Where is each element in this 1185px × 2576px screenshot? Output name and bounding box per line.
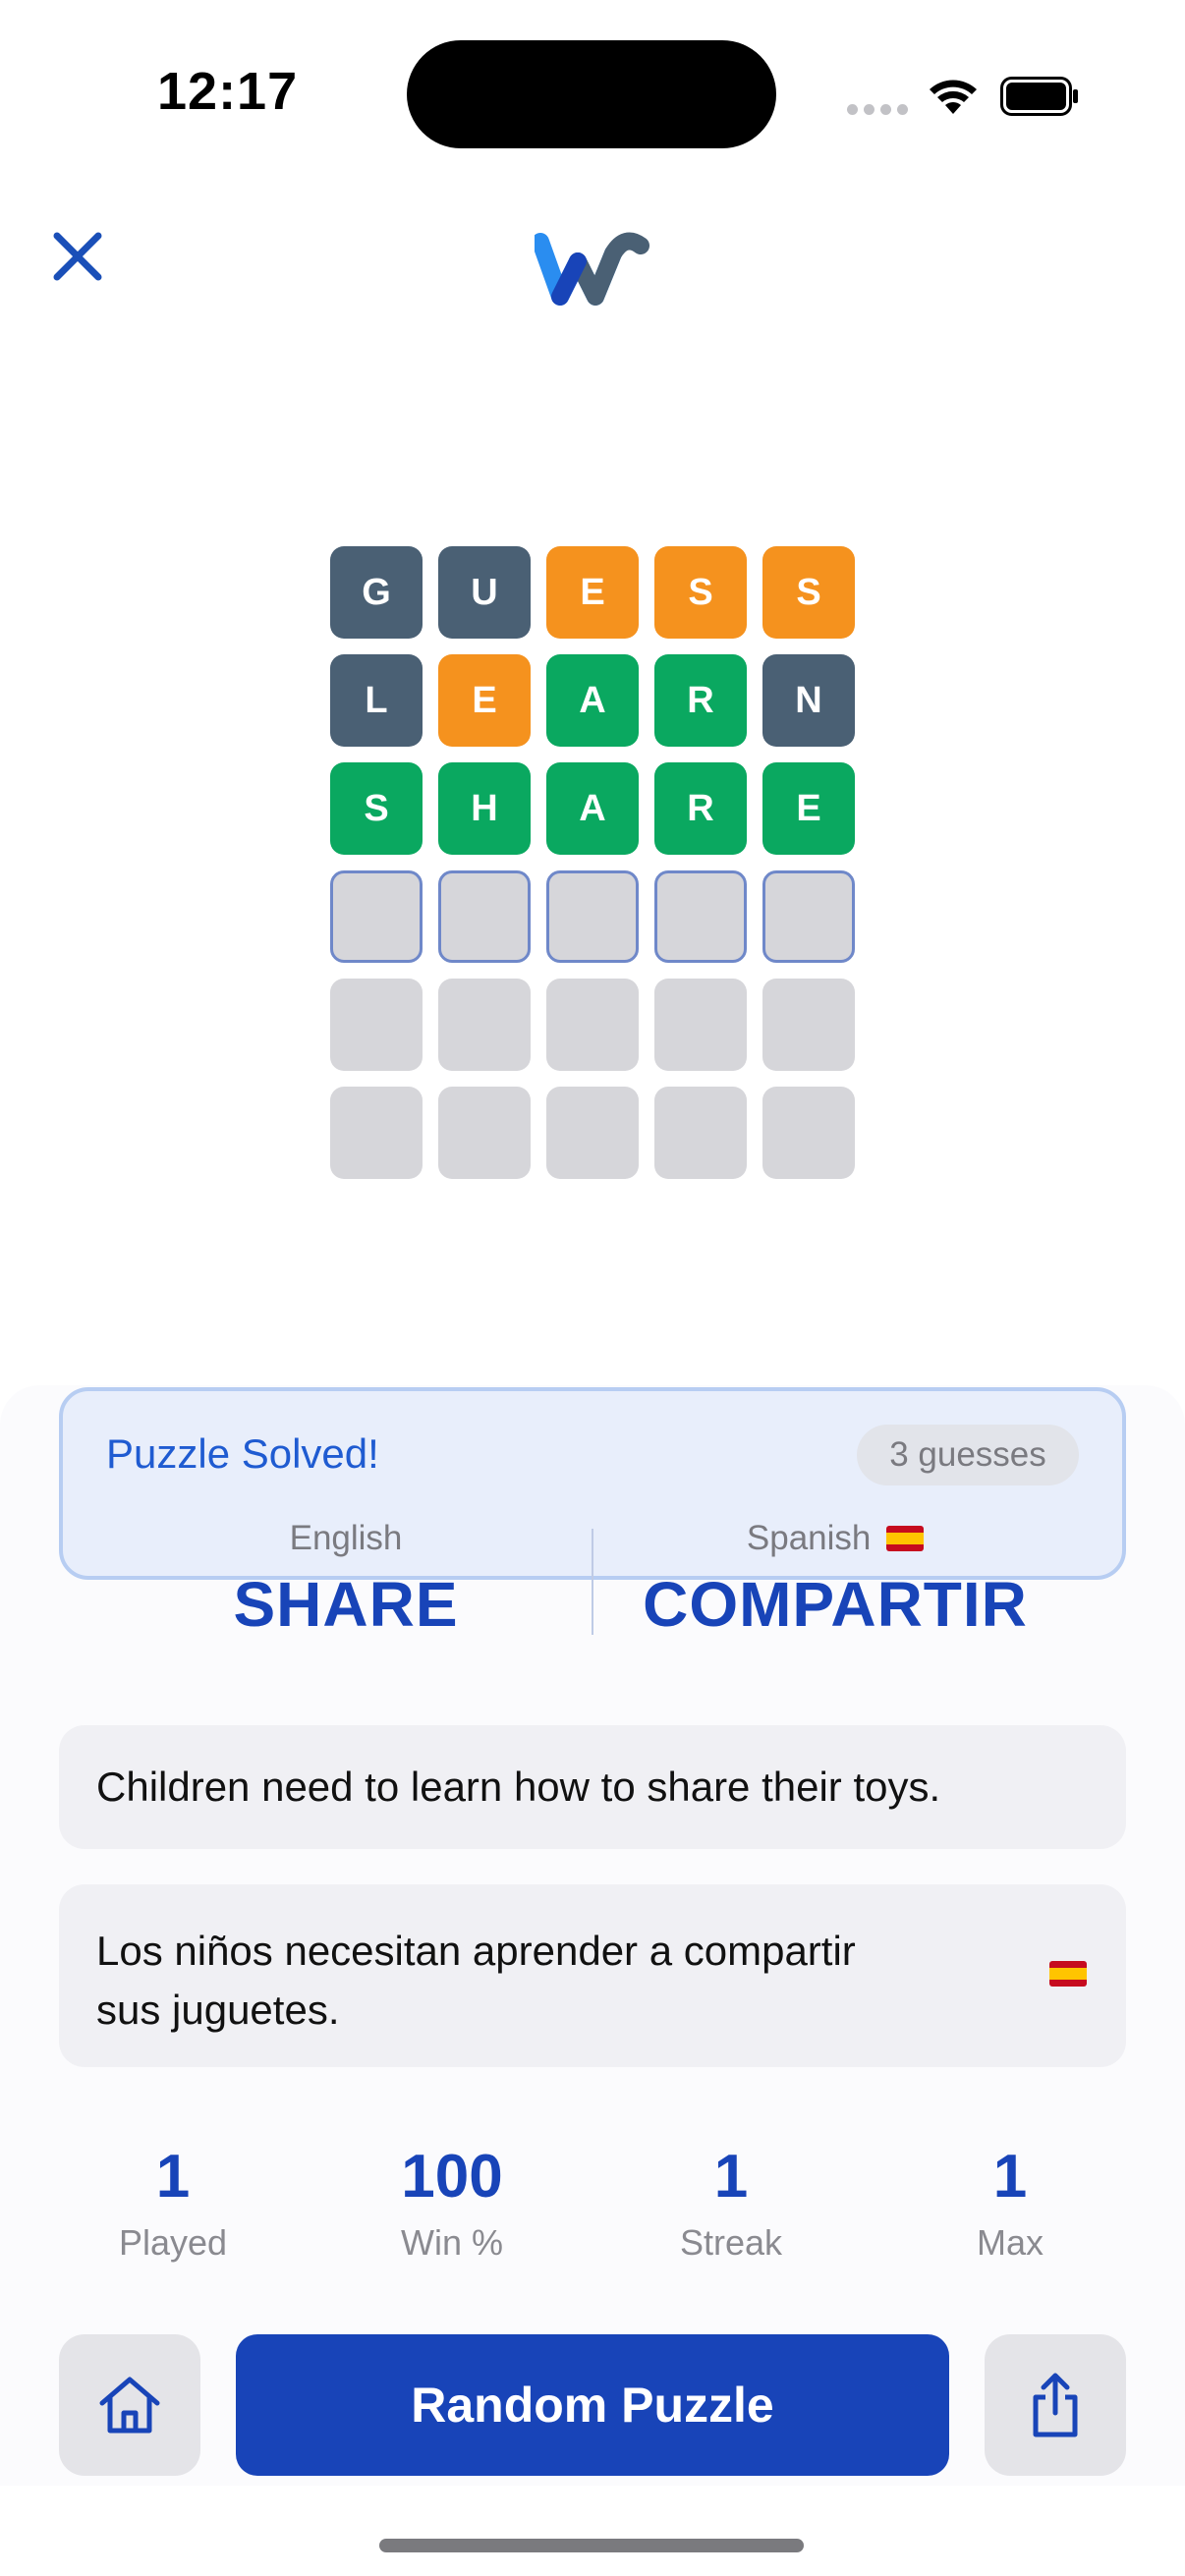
grid-tile: R (654, 762, 747, 855)
spanish-sentence-card: Los niños necesitan aprender a compartir… (59, 1884, 1126, 2067)
guess-count-badge: 3 guesses (857, 1425, 1079, 1485)
wifi-icon (930, 80, 977, 114)
stat-streak-value: 1 (713, 2143, 749, 2211)
stat-streak-label: Streak (679, 2222, 783, 2263)
grid-tile: A (546, 762, 639, 855)
grid-tile: S (654, 546, 747, 639)
english-sentence-card: Children need to learn how to share thei… (59, 1725, 1126, 1849)
grid-tile: E (762, 762, 855, 855)
source-word: SHARE (233, 1569, 459, 1640)
grid-tile: R (654, 654, 747, 747)
grid-tile: L (330, 654, 423, 747)
home-icon (99, 2377, 160, 2434)
share-button[interactable] (985, 2334, 1126, 2476)
language-divider (592, 1529, 593, 1635)
grid-tile (546, 870, 639, 963)
grid-tile: N (762, 654, 855, 747)
grid-tile (330, 1087, 423, 1179)
grid-tile (762, 870, 855, 963)
guess-grid: GUESSLEARNSHARE (330, 546, 855, 1179)
spanish-sentence-line-2: sus juguetes. (96, 1987, 340, 2033)
grid-tile (654, 979, 747, 1071)
grid-tile (546, 979, 639, 1071)
spanish-sentence-line-1: Los niños necesitan aprender a compartir (96, 1928, 856, 1974)
w-logo-icon (535, 232, 649, 306)
stat-max-value: 1 (992, 2143, 1028, 2211)
random-puzzle-button[interactable]: Random Puzzle (236, 2334, 949, 2476)
stat-played-label: Played (118, 2222, 228, 2263)
share-icon (1033, 2373, 1078, 2437)
grid-tile: E (546, 546, 639, 639)
grid-tile: H (438, 762, 531, 855)
solved-title: Puzzle Solved! (106, 1430, 379, 1477)
grid-tile: E (438, 654, 531, 747)
grid-tile (438, 1087, 531, 1179)
english-sentence: Children need to learn how to share thei… (96, 1764, 941, 1810)
grid-tile (438, 979, 531, 1071)
stat-played-value: 1 (155, 2143, 191, 2211)
grid-tile (438, 870, 531, 963)
stat-max-label: Max (976, 2222, 1044, 2263)
grid-tile: S (762, 546, 855, 639)
dynamic-island (407, 40, 776, 148)
close-icon[interactable] (49, 228, 106, 285)
spain-flag-icon (886, 1526, 925, 1551)
home-indicator (379, 2539, 804, 2552)
grid-tile (654, 870, 747, 963)
grid-tile (330, 870, 423, 963)
grid-tile (762, 979, 855, 1071)
grid-tile (762, 1087, 855, 1179)
grid-tile (330, 979, 423, 1071)
battery-icon (1000, 77, 1078, 116)
target-language-label: Spanish (599, 1519, 1071, 1558)
spain-flag-icon (1049, 1961, 1087, 1987)
grid-tile: A (546, 654, 639, 747)
cellular-signal-icon (847, 102, 914, 120)
grid-tile (654, 1087, 747, 1179)
stat-win-label: Win % (400, 2222, 503, 2263)
grid-tile (546, 1087, 639, 1179)
status-time: 12:17 (157, 62, 299, 121)
grid-tile: U (438, 546, 531, 639)
grid-tile: S (330, 762, 423, 855)
grid-tile: G (330, 546, 423, 639)
stat-win-value: 100 (401, 2143, 503, 2211)
target-word: COMPARTIR (643, 1569, 1028, 1640)
home-button[interactable] (59, 2334, 200, 2476)
source-language-label: English (289, 1519, 403, 1557)
target-language-name: Spanish (746, 1519, 872, 1557)
